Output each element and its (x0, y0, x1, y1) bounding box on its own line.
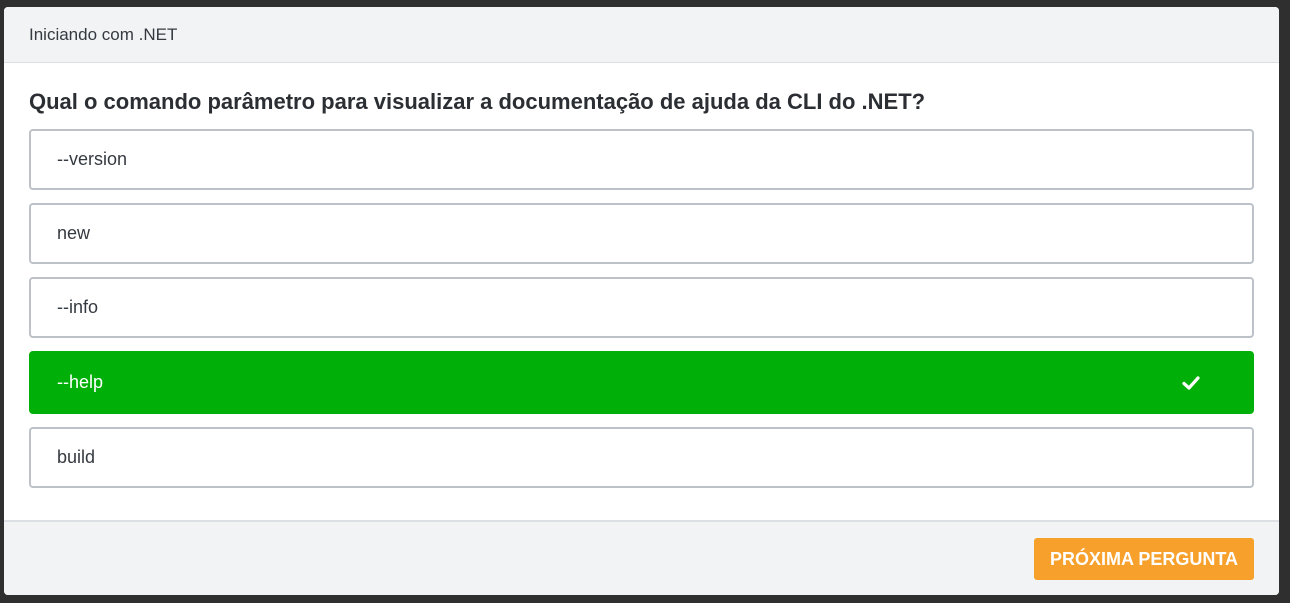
next-question-button[interactable]: PRÓXIMA PERGUNTA (1033, 538, 1254, 580)
answer-options: --version new --info --help build (29, 129, 1254, 488)
answer-option-label: build (57, 447, 96, 467)
quiz-header: Iniciando com .NET (4, 7, 1279, 63)
answer-option-label: --version (57, 149, 128, 169)
answer-option-version[interactable]: --version (29, 129, 1254, 190)
answer-option-info[interactable]: --info (29, 277, 1254, 338)
answer-option-label: --help (57, 372, 104, 392)
check-icon (1182, 374, 1200, 392)
answer-option-label: new (57, 223, 91, 243)
quiz-body: Qual o comando parâmetro para visualizar… (4, 63, 1279, 520)
quiz-footer: PRÓXIMA PERGUNTA (4, 520, 1279, 595)
answer-option-build[interactable]: build (29, 427, 1254, 488)
answer-option-label: --info (57, 297, 99, 317)
answer-option-help[interactable]: --help (29, 351, 1254, 414)
answer-option-new[interactable]: new (29, 203, 1254, 264)
quiz-card: Iniciando com .NET Qual o comando parâme… (4, 7, 1279, 595)
question-text: Qual o comando parâmetro para visualizar… (29, 89, 926, 114)
course-title: Iniciando com .NET (29, 24, 178, 44)
